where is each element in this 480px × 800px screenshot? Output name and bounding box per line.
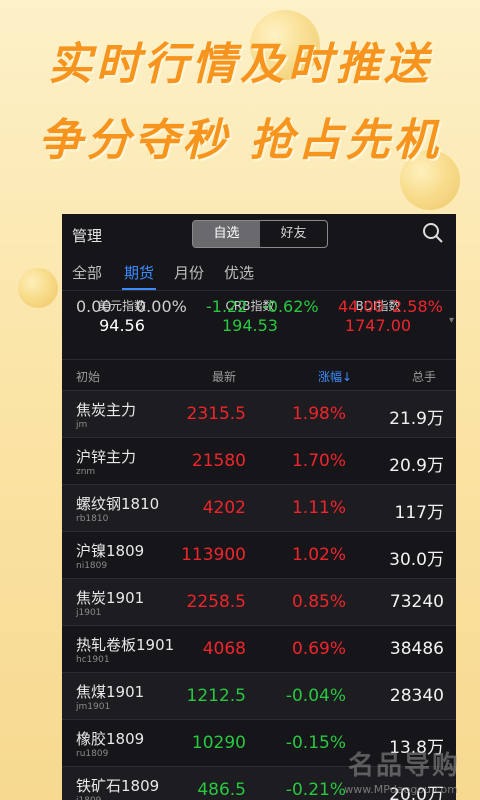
index-change: -1.22	[206, 297, 248, 316]
app-screen: 管理 自选 好友 全部 期货 月份 优选 美元指数 94.56 0.00 0.0…	[62, 214, 456, 800]
headline-line1: 实时行情及时推送	[48, 39, 432, 90]
change-pct: 1.02%	[291, 545, 346, 565]
table-row[interactable]: 焦炭主力 jm 2315.5 1.98% 21.9万	[62, 391, 456, 438]
contract-name: 焦炭1901	[76, 589, 145, 607]
contract-name: 橡胶1809	[76, 730, 145, 748]
contract-name: 铁矿石1809	[76, 777, 160, 795]
change-pct: -0.21%	[285, 780, 346, 800]
latest-price: 486.5	[197, 780, 246, 800]
header-name[interactable]: 初始	[76, 368, 100, 385]
top-bar: 管理 自选 好友	[62, 214, 456, 256]
contract-code: hc1901	[76, 655, 110, 665]
watermark-url: www.MPdaogou.com	[344, 783, 458, 796]
contract-code: jm1901	[76, 702, 111, 712]
total-volume: 117万	[394, 503, 444, 523]
contract-name: 沪镍1809	[76, 542, 145, 560]
contract-name: 焦炭主力	[76, 401, 137, 419]
contract-name: 沪锌主力	[76, 448, 137, 466]
total-volume: 28340	[389, 686, 444, 706]
headline-line2: 争分夺秒 抢占先机	[38, 115, 442, 166]
change-pct: 1.70%	[291, 451, 346, 471]
header-volume[interactable]: 总手	[412, 368, 436, 385]
tab-preferred[interactable]: 优选	[224, 262, 254, 283]
header-latest[interactable]: 最新	[212, 368, 236, 385]
table-row[interactable]: 螺纹钢1810 rb1810 4202 1.11% 117万	[62, 485, 456, 532]
latest-price: 113900	[181, 545, 246, 565]
table-row[interactable]: 焦炭1901 j1901 2258.5 0.85% 73240	[62, 579, 456, 626]
manage-button[interactable]: 管理	[72, 225, 102, 246]
latest-price: 21580	[191, 451, 246, 471]
latest-price: 4202	[202, 498, 246, 518]
contract-name: 螺纹钢1810	[76, 495, 160, 513]
contract-name: 热轧卷板1901	[76, 636, 175, 654]
table-header: 初始 最新 涨幅↓ 总手	[62, 360, 456, 391]
table-row[interactable]: 焦煤1901 jm1901 1212.5 -0.04% 28340	[62, 673, 456, 720]
segment-friends[interactable]: 好友	[260, 221, 327, 247]
index-summary: 美元指数 94.56 0.00 0.00% CRB指数 194.53 -1.22…	[62, 291, 456, 360]
more-arrow-icon[interactable]: ▾	[449, 315, 454, 326]
index-value: 194.53	[222, 316, 278, 335]
quote-list: 焦炭主力 jm 2315.5 1.98% 21.9万沪锌主力 znm 21580 1.70% 2…	[62, 391, 456, 800]
header-change[interactable]: 涨幅↓	[318, 368, 352, 385]
index-value: 94.56	[99, 316, 145, 335]
tab-all[interactable]: 全部	[72, 262, 102, 283]
total-volume: 73240	[389, 592, 444, 612]
category-tabs: 全部 期货 月份 优选	[62, 256, 456, 291]
tab-month[interactable]: 月份	[174, 262, 204, 283]
total-volume: 21.9万	[389, 409, 444, 429]
change-pct: 0.69%	[291, 639, 346, 659]
latest-price: 2315.5	[186, 404, 246, 424]
contract-code: j1901	[76, 608, 102, 618]
latest-price: 4068	[202, 639, 246, 659]
search-icon[interactable]	[422, 222, 444, 244]
index-change: 44.00	[338, 297, 384, 316]
contract-code: rb1810	[76, 514, 109, 524]
tab-futures[interactable]: 期货	[124, 262, 154, 283]
table-row[interactable]: 沪锌主力 znm 21580 1.70% 20.9万	[62, 438, 456, 485]
contract-code: ru1809	[76, 749, 109, 759]
change-pct: 1.11%	[291, 498, 346, 518]
index-value: 1747.00	[344, 316, 412, 335]
index-pct: -0.62%	[262, 297, 319, 316]
change-pct: 1.98%	[291, 404, 346, 424]
latest-price: 2258.5	[186, 592, 246, 612]
active-tab-indicator	[122, 288, 156, 290]
index-pct: 0.00%	[136, 297, 187, 316]
change-pct: -0.15%	[285, 733, 346, 753]
index-pct: 2.58%	[392, 297, 443, 316]
segmented-control: 自选 好友	[192, 220, 328, 248]
index-change: 0.00	[76, 297, 112, 316]
total-volume: 20.9万	[389, 456, 444, 476]
change-pct: 0.85%	[291, 592, 346, 612]
contract-code: jm	[76, 420, 88, 430]
contract-code: znm	[76, 467, 96, 477]
coin-decoration	[18, 268, 58, 308]
change-pct: -0.04%	[285, 686, 346, 706]
latest-price: 10290	[191, 733, 246, 753]
contract-code: ni1809	[76, 561, 108, 571]
watermark-logo: 名品导购	[347, 751, 460, 781]
contract-code: i1809	[76, 796, 101, 800]
latest-price: 1212.5	[186, 686, 246, 706]
total-volume: 38486	[389, 639, 444, 659]
table-row[interactable]: 沪镍1809 ni1809 113900 1.02% 30.0万	[62, 532, 456, 579]
contract-name: 焦煤1901	[76, 683, 145, 701]
segment-watchlist[interactable]: 自选	[193, 221, 260, 247]
table-row[interactable]: 热轧卷板1901 hc1901 4068 0.69% 38486	[62, 626, 456, 673]
total-volume: 30.0万	[389, 550, 444, 570]
